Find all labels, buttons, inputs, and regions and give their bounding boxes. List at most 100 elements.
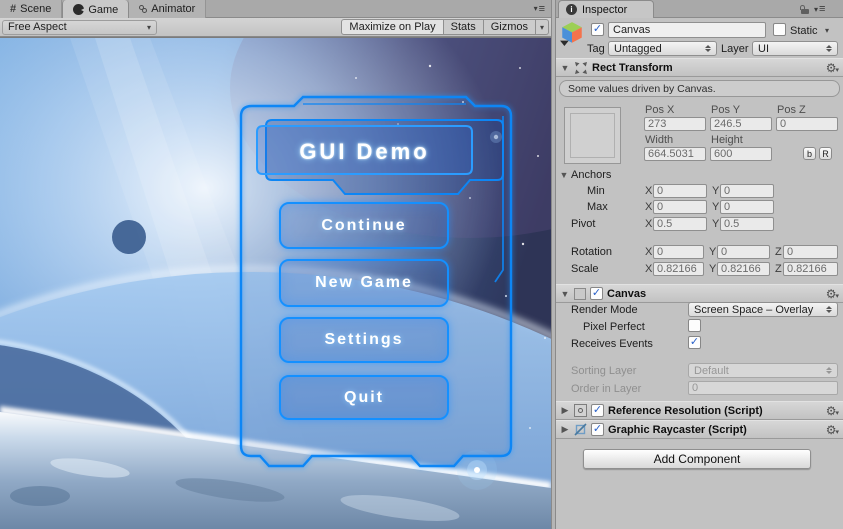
tag-dropdown[interactable]: Untagged [608, 41, 717, 56]
tab-scene-label: Scene [20, 3, 51, 15]
static-checkbox[interactable] [773, 23, 786, 36]
stats-button[interactable]: Stats [444, 19, 484, 35]
active-checkbox[interactable]: ✓ [591, 23, 604, 36]
gear-icon[interactable]: ⚙ ▾ [826, 424, 839, 436]
pos-z-field[interactable]: 0 [776, 117, 838, 131]
stats-label: Stats [451, 21, 476, 33]
anchor-max-y-field[interactable]: 0 [720, 200, 774, 214]
anchor-preview[interactable] [564, 107, 621, 164]
tab-animator-label: Animator [151, 3, 195, 15]
rotation-label: Rotation [571, 246, 612, 258]
gizmos-label: Gizmos [491, 21, 528, 33]
tab-inspector[interactable]: i Inspector [558, 0, 654, 18]
new-game-button[interactable]: New Game [279, 259, 449, 307]
foldout-closed-icon[interactable]: ▶ [560, 405, 570, 416]
cube-icon[interactable] [559, 20, 585, 46]
rotation-z-field[interactable]: 0 [783, 245, 838, 259]
gizmos-button[interactable]: Gizmos [484, 19, 536, 35]
width-label: Width [645, 134, 673, 146]
pos-x-field[interactable]: 273 [644, 117, 706, 131]
receives-events-label: Receives Events [571, 338, 653, 350]
graphic-raycaster-header[interactable]: ▶ ✓ Graphic Raycaster (Script) ⚙ ▾ [556, 420, 843, 439]
raw-edit-mode-button[interactable]: R [819, 147, 832, 160]
pivot-label: Pivot [571, 218, 595, 230]
receives-events-checkbox[interactable]: ✓ [688, 336, 701, 349]
chevron-down-icon: ▾ [147, 23, 151, 32]
graphic-raycaster-checkbox[interactable]: ✓ [591, 423, 604, 436]
anchors-foldout-icon[interactable]: ▼ [559, 170, 569, 180]
canvas-component-icon [574, 288, 586, 300]
aspect-dropdown[interactable]: Free Aspect ▾ [2, 20, 157, 35]
anchor-min-x-field[interactable]: 0 [653, 184, 707, 198]
foldout-open-icon[interactable]: ▼ [560, 63, 570, 73]
tab-game[interactable]: Game [62, 0, 129, 19]
tab-animator[interactable]: Animator [129, 0, 206, 18]
rect-transform-title: Rect Transform [592, 62, 673, 74]
gear-icon[interactable]: ⚙ ▾ [826, 62, 839, 74]
reference-resolution-title: Reference Resolution (Script) [608, 405, 763, 417]
pane-menu[interactable]: ▾ ≡ [528, 0, 551, 17]
aspect-dropdown-value: Free Aspect [8, 21, 67, 33]
rotation-y-field[interactable]: 0 [717, 245, 770, 259]
tab-scene[interactable]: # Scene [0, 0, 62, 18]
axis-z-label: Z [775, 263, 782, 275]
render-mode-value: Screen Space – Overlay [694, 304, 813, 316]
axis-y-label: Y [709, 263, 716, 275]
add-component-button[interactable]: Add Component [583, 449, 811, 469]
height-field[interactable]: 600 [710, 147, 772, 161]
unity-editor-window: # Scene Game Animator ▾ ≡ Free Aspect ▾ [0, 0, 843, 529]
check-icon: ✓ [593, 405, 602, 416]
foldout-closed-icon[interactable]: ▶ [560, 424, 570, 435]
gizmos-dropdown-button[interactable]: ▾ [536, 19, 549, 35]
menu-title: GUI Demo [257, 132, 472, 172]
pixel-perfect-checkbox[interactable] [688, 319, 701, 332]
view-tabstrip: # Scene Game Animator ▾ ≡ [0, 0, 551, 18]
graphic-raycaster-title: Graphic Raycaster (Script) [608, 424, 747, 436]
anchor-max-x-field[interactable]: 0 [653, 200, 707, 214]
tag-value: Untagged [614, 43, 662, 55]
hamburger-menu-icon: ≡ [539, 3, 545, 15]
sorting-layer-dropdown: Default [688, 363, 838, 378]
axis-x-label: X [645, 263, 652, 275]
anchors-label: Anchors [571, 169, 611, 181]
layer-dropdown[interactable]: UI [752, 41, 838, 56]
quit-button[interactable]: Quit [279, 375, 449, 420]
static-dropdown-icon[interactable]: ▾ [825, 26, 829, 35]
scale-x-field[interactable]: 0.82166 [653, 262, 704, 276]
reference-resolution-checkbox[interactable]: ✓ [591, 404, 604, 417]
chevron-down-icon: ▾ [534, 4, 538, 13]
reference-resolution-header[interactable]: ▶ ✓ Reference Resolution (Script) ⚙ ▾ [556, 401, 843, 420]
canvas-enabled-checkbox[interactable]: ✓ [590, 287, 603, 300]
gear-icon[interactable]: ⚙ ▾ [826, 288, 839, 300]
graphic-raycaster-icon [574, 423, 587, 436]
check-icon: ✓ [690, 337, 699, 348]
menu-frame [0, 38, 551, 529]
rect-transform-header[interactable]: ▼ Rect Transform ⚙ ▾ [556, 58, 843, 77]
inspector-menu[interactable]: ▾ ≡ [814, 3, 825, 15]
foldout-open-icon[interactable]: ▼ [560, 289, 570, 299]
gameobject-name-field[interactable]: Canvas [608, 22, 766, 38]
gear-caret: ▾ [835, 428, 839, 436]
pivot-y-field[interactable]: 0.5 [720, 217, 774, 231]
canvas-component-header[interactable]: ▼ ✓ Canvas ⚙ ▾ [556, 284, 843, 303]
scale-z-field[interactable]: 0.82166 [783, 262, 838, 276]
game-view: GUI Demo Continue New Game Settings Quit [0, 37, 551, 529]
axis-y-label: Y [712, 218, 719, 230]
scale-y-field[interactable]: 0.82166 [717, 262, 770, 276]
rotation-x-field[interactable]: 0 [653, 245, 704, 259]
popup-arrows-icon [826, 306, 832, 313]
blueprint-mode-button[interactable]: b [803, 147, 816, 160]
width-field[interactable]: 664.5031 [644, 147, 706, 161]
maximize-on-play-button[interactable]: Maximize on Play [341, 19, 443, 35]
gear-icon[interactable]: ⚙ ▾ [826, 405, 839, 417]
anchor-min-y-field[interactable]: 0 [720, 184, 774, 198]
layer-value: UI [758, 43, 769, 55]
render-mode-dropdown[interactable]: Screen Space – Overlay [688, 302, 838, 317]
pos-y-field[interactable]: 246.5 [710, 117, 772, 131]
min-label: Min [587, 185, 605, 197]
settings-button[interactable]: Settings [279, 317, 449, 363]
reference-resolution-icon [574, 404, 587, 417]
lock-icon[interactable] [800, 5, 809, 14]
continue-button[interactable]: Continue [279, 202, 449, 249]
pivot-x-field[interactable]: 0.5 [653, 217, 707, 231]
